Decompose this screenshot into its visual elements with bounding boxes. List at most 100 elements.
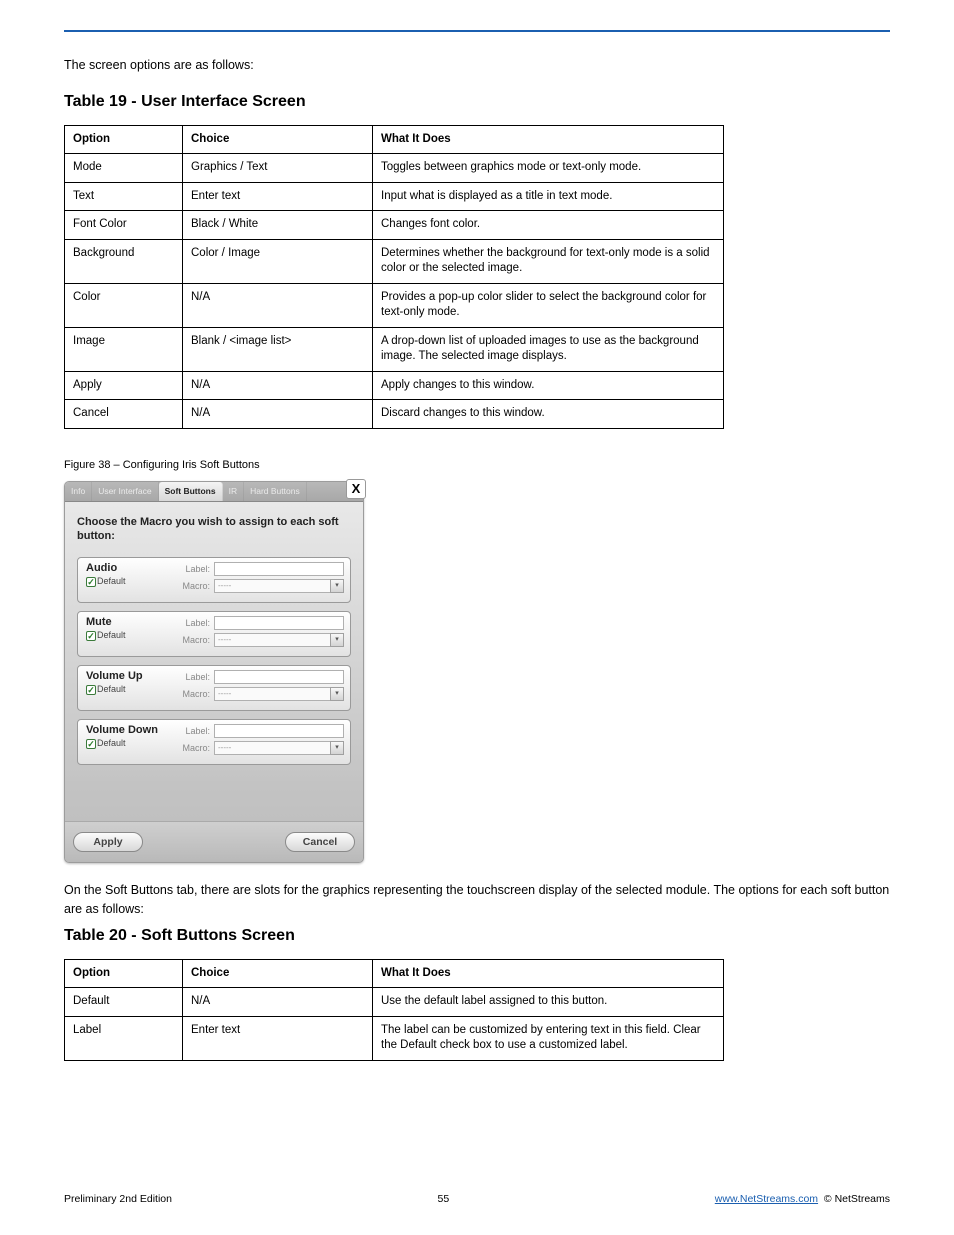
tab-hard-buttons[interactable]: Hard Buttons: [244, 482, 307, 501]
macro-value: -----: [214, 687, 330, 701]
apply-button[interactable]: Apply: [73, 832, 143, 852]
table-row: ModeGraphics / TextToggles between graph…: [65, 154, 724, 183]
table-cell: Apply changes to this window.: [373, 371, 724, 400]
table-row: CancelN/ADiscard changes to this window.: [65, 400, 724, 429]
default-checkbox[interactable]: ✓Default: [86, 630, 178, 641]
table-cell: Black / White: [183, 211, 373, 240]
table-row: ImageBlank / <image list>A drop-down lis…: [65, 327, 724, 371]
macro-value: -----: [214, 633, 330, 647]
chevron-down-icon[interactable]: ▾: [330, 579, 344, 593]
table-cell: Enter text: [183, 182, 373, 211]
table-cell: Image: [65, 327, 183, 371]
macro-value: -----: [214, 741, 330, 755]
soft-button-name: Volume Down: [86, 724, 178, 736]
soft-button-row: Volume Up ✓DefaultLabel: Macro:-----▾: [77, 665, 351, 711]
cancel-button[interactable]: Cancel: [285, 832, 355, 852]
footer-company: NetStreams: [835, 1193, 890, 1205]
table-row: TextEnter textInput what is displayed as…: [65, 182, 724, 211]
intro-text: The screen options are as follows:: [64, 56, 890, 75]
macro-value: -----: [214, 579, 330, 593]
label-input[interactable]: [214, 670, 344, 684]
label-input[interactable]: [214, 562, 344, 576]
table-cell: Color / Image: [183, 239, 373, 283]
table-cell: Graphics / Text: [183, 154, 373, 183]
table-cell: Apply: [65, 371, 183, 400]
close-icon[interactable]: X: [346, 479, 366, 499]
table-row: ApplyN/AApply changes to this window.: [65, 371, 724, 400]
soft-button-row: Volume Down ✓DefaultLabel: Macro:-----▾: [77, 719, 351, 765]
tab-ir[interactable]: IR: [223, 482, 245, 501]
table-row: LabelEnter textThe label can be customiz…: [65, 1016, 724, 1060]
table-cell: Blank / <image list>: [183, 327, 373, 371]
table-row: BackgroundColor / ImageDetermines whethe…: [65, 239, 724, 283]
macro-caption: Macro:: [178, 689, 214, 699]
label-caption: Label:: [178, 618, 214, 628]
table-cell: N/A: [183, 988, 373, 1017]
table-cell: Background: [65, 239, 183, 283]
table20-heading: Table 20 - Soft Buttons Screen: [64, 927, 890, 945]
top-rule: [64, 30, 890, 32]
table-cell: N/A: [183, 400, 373, 429]
th-choice: Choice: [183, 959, 373, 988]
tab-soft-buttons[interactable]: Soft Buttons: [159, 482, 223, 501]
footer-page: 55: [438, 1193, 450, 1205]
dialog-tabs: InfoUser InterfaceSoft ButtonsIRHard But…: [65, 482, 363, 502]
table19-heading: Table 19 - User Interface Screen: [64, 93, 890, 111]
table-cell: Default: [65, 988, 183, 1017]
th-what: What It Does: [373, 959, 724, 988]
table-cell: Determines whether the background for te…: [373, 239, 724, 283]
table-cell: The label can be customized by entering …: [373, 1016, 724, 1060]
table-cell: Text: [65, 182, 183, 211]
soft-button-row: Audio ✓DefaultLabel: Macro:-----▾: [77, 557, 351, 603]
table-cell: A drop-down list of uploaded images to u…: [373, 327, 724, 371]
table-row: DefaultN/AUse the default label assigned…: [65, 988, 724, 1017]
table-cell: Input what is displayed as a title in te…: [373, 182, 724, 211]
table-cell: N/A: [183, 371, 373, 400]
table-cell: Changes font color.: [373, 211, 724, 240]
th-option: Option: [65, 125, 183, 154]
table-cell: Enter text: [183, 1016, 373, 1060]
macro-caption: Macro:: [178, 635, 214, 645]
th-what: What It Does: [373, 125, 724, 154]
tab-user-interface[interactable]: User Interface: [92, 482, 158, 501]
table-cell: Discard changes to this window.: [373, 400, 724, 429]
macro-caption: Macro:: [178, 581, 214, 591]
table-20: Option Choice What It Does DefaultN/AUse…: [64, 959, 724, 1061]
label-caption: Label:: [178, 564, 214, 574]
table-cell: Cancel: [65, 400, 183, 429]
post-figure-text: On the Soft Buttons tab, there are slots…: [64, 881, 890, 919]
label-caption: Label:: [178, 672, 214, 682]
label-input[interactable]: [214, 724, 344, 738]
table-cell: Provides a pop-up color slider to select…: [373, 283, 724, 327]
macro-caption: Macro:: [178, 743, 214, 753]
table-row: Font ColorBlack / WhiteChanges font colo…: [65, 211, 724, 240]
table-header-row: Option Choice What It Does: [65, 125, 724, 154]
table-cell: Font Color: [65, 211, 183, 240]
tab-info[interactable]: Info: [65, 482, 92, 501]
footer-link[interactable]: www.NetStreams.com: [715, 1193, 818, 1205]
dialog-prompt: Choose the Macro you wish to assign to e…: [77, 516, 351, 544]
soft-button-row: Mute ✓DefaultLabel: Macro:-----▾: [77, 611, 351, 657]
table-cell: Label: [65, 1016, 183, 1060]
soft-button-name: Audio: [86, 562, 178, 574]
chevron-down-icon[interactable]: ▾: [330, 687, 344, 701]
th-choice: Choice: [183, 125, 373, 154]
default-checkbox[interactable]: ✓Default: [86, 576, 178, 587]
default-checkbox[interactable]: ✓Default: [86, 738, 178, 749]
table-cell: Toggles between graphics mode or text-on…: [373, 154, 724, 183]
chevron-down-icon[interactable]: ▾: [330, 633, 344, 647]
table-cell: Mode: [65, 154, 183, 183]
label-caption: Label:: [178, 726, 214, 736]
soft-button-name: Volume Up: [86, 670, 178, 682]
page-footer: Preliminary 2nd Edition 55 www.NetStream…: [64, 1193, 890, 1205]
table-header-row: Option Choice What It Does: [65, 959, 724, 988]
table-cell: Use the default label assigned to this b…: [373, 988, 724, 1017]
figure-caption: Figure 38 – Configuring Iris Soft Button…: [64, 459, 890, 471]
default-checkbox[interactable]: ✓Default: [86, 684, 178, 695]
soft-button-name: Mute: [86, 616, 178, 628]
table-cell: Color: [65, 283, 183, 327]
label-input[interactable]: [214, 616, 344, 630]
table-cell: N/A: [183, 283, 373, 327]
footer-edition: Preliminary 2nd Edition: [64, 1193, 172, 1205]
chevron-down-icon[interactable]: ▾: [330, 741, 344, 755]
